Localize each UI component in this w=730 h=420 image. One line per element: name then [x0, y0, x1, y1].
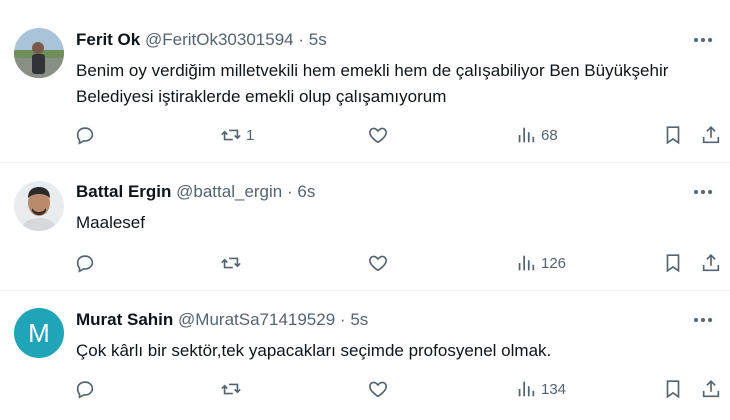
- tweet-text: Maalesef: [76, 213, 145, 232]
- retweet-icon: [221, 383, 241, 395]
- user-handle[interactable]: @FeritOk30301594: [145, 30, 294, 49]
- separator-dot: ·: [298, 30, 305, 49]
- reply-button[interactable]: [74, 121, 100, 149]
- tweet-header: Ferit Ok @FeritOk30301594 · 5s: [76, 29, 327, 51]
- views-button[interactable]: 126: [515, 249, 566, 277]
- like-button[interactable]: [367, 375, 393, 403]
- share-icon: [702, 380, 720, 398]
- tweet[interactable]: Battal Ergin @battal_ergin · 6s Maalesef…: [0, 163, 730, 291]
- tweet[interactable]: Ferit Ok @FeritOk30301594 · 5s Benim oy …: [0, 0, 730, 163]
- timestamp[interactable]: 6s: [297, 182, 315, 201]
- bookmark-icon: [666, 380, 680, 399]
- action-bar: 134: [0, 375, 730, 403]
- bookmark-button[interactable]: [662, 121, 684, 149]
- separator-dot: ·: [339, 310, 346, 329]
- share-button[interactable]: [700, 375, 722, 403]
- heart-icon: [369, 127, 387, 144]
- views-icon: [518, 255, 535, 271]
- separator-dot: ·: [286, 182, 293, 201]
- tweet-header: Murat Sahin @MuratSa71419529 · 5s: [76, 309, 368, 331]
- views-icon: [518, 381, 535, 397]
- heart-icon: [369, 381, 387, 398]
- bookmark-button[interactable]: [662, 249, 684, 277]
- avatar[interactable]: M: [14, 308, 64, 358]
- user-handle[interactable]: @battal_ergin: [176, 182, 282, 201]
- view-count: 68: [541, 126, 558, 144]
- views-button[interactable]: 134: [515, 375, 566, 403]
- action-bar: 126: [0, 249, 730, 277]
- retweet-icon: [221, 129, 241, 141]
- like-button[interactable]: [367, 121, 393, 149]
- bookmark-icon: [666, 254, 680, 273]
- bookmark-button[interactable]: [662, 375, 684, 403]
- tweet-text: Benim oy verdiğim milletvekili hem emekl…: [76, 61, 669, 106]
- display-name[interactable]: Murat Sahin: [76, 310, 173, 329]
- display-name[interactable]: Battal Ergin: [76, 182, 171, 201]
- share-button[interactable]: [700, 249, 722, 277]
- bookmark-icon: [666, 126, 680, 145]
- display-name[interactable]: Ferit Ok: [76, 30, 140, 49]
- reply-button[interactable]: [74, 375, 100, 403]
- reply-icon: [76, 381, 94, 399]
- retweet-count: 1: [246, 126, 255, 144]
- user-handle[interactable]: @MuratSa71419529: [178, 310, 335, 329]
- timestamp[interactable]: 5s: [309, 30, 327, 49]
- action-bar: 1 68: [0, 121, 730, 149]
- retweet-button[interactable]: 1: [220, 121, 254, 149]
- retweet-icon: [221, 257, 241, 269]
- more-icon[interactable]: [690, 310, 716, 330]
- reply-icon: [76, 255, 94, 273]
- avatar[interactable]: [14, 181, 64, 231]
- reply-icon: [76, 127, 94, 145]
- tweet-text: Çok kârlı bir sektör,tek yapacakları seç…: [76, 341, 552, 360]
- more-icon[interactable]: [690, 30, 716, 50]
- view-count: 126: [541, 254, 567, 272]
- retweet-button[interactable]: [220, 375, 246, 403]
- avatar[interactable]: [14, 28, 64, 78]
- views-icon: [518, 127, 535, 143]
- reply-button[interactable]: [74, 249, 100, 277]
- share-icon: [702, 254, 720, 272]
- timestamp[interactable]: 5s: [350, 310, 368, 329]
- share-icon: [702, 126, 720, 144]
- more-icon[interactable]: [690, 182, 716, 202]
- share-button[interactable]: [700, 121, 722, 149]
- tweet-header: Battal Ergin @battal_ergin · 6s: [76, 181, 315, 203]
- heart-icon: [369, 255, 387, 272]
- retweet-button[interactable]: [220, 249, 246, 277]
- view-count: 134: [541, 380, 567, 398]
- like-button[interactable]: [367, 249, 393, 277]
- views-button[interactable]: 68: [515, 121, 558, 149]
- tweet[interactable]: M Murat Sahin @MuratSa71419529 · 5s Çok …: [0, 291, 730, 420]
